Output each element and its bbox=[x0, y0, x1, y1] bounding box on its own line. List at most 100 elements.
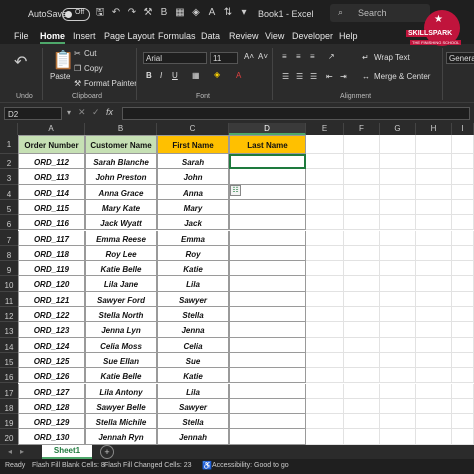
select-all-corner[interactable] bbox=[0, 123, 18, 135]
empty-cell[interactable] bbox=[452, 199, 474, 216]
empty-cell[interactable] bbox=[416, 352, 452, 369]
format-painter-button[interactable]: Format Painter bbox=[84, 79, 137, 88]
empty-cell[interactable] bbox=[452, 337, 474, 353]
customer-name-cell[interactable]: Katie Belle bbox=[85, 261, 157, 277]
menu-file[interactable]: File bbox=[14, 31, 29, 41]
last-name-cell[interactable] bbox=[229, 429, 306, 445]
empty-cell[interactable] bbox=[416, 398, 452, 415]
column-header-h[interactable]: H bbox=[416, 123, 452, 135]
first-name-cell[interactable]: Stella bbox=[157, 414, 229, 430]
column-header-d[interactable]: D bbox=[229, 123, 306, 135]
empty-cell[interactable] bbox=[380, 276, 416, 292]
menu-data[interactable]: Data bbox=[201, 31, 220, 41]
menu-review[interactable]: Review bbox=[229, 31, 259, 41]
last-name-cell[interactable] bbox=[229, 169, 306, 185]
wrap-text-button[interactable]: Wrap Text bbox=[374, 53, 410, 62]
row-header[interactable]: 13 bbox=[0, 322, 18, 338]
row-header[interactable]: 9 bbox=[0, 261, 18, 277]
empty-cell[interactable] bbox=[380, 230, 416, 246]
order-number-cell[interactable]: ORD_112 bbox=[18, 154, 85, 170]
empty-cell[interactable] bbox=[416, 245, 452, 262]
empty-cell[interactable] bbox=[416, 184, 452, 200]
first-name-cell[interactable]: Roy bbox=[157, 245, 229, 262]
shrink-font-icon[interactable]: A˅ bbox=[258, 52, 268, 61]
save-icon[interactable]: 🖫 bbox=[94, 7, 106, 19]
empty-cell[interactable] bbox=[306, 337, 344, 353]
empty-cell[interactable] bbox=[380, 215, 416, 231]
empty-cell[interactable] bbox=[306, 352, 344, 369]
empty-cell[interactable] bbox=[306, 368, 344, 384]
empty-cell[interactable] bbox=[452, 368, 474, 384]
paste-label[interactable]: Paste bbox=[50, 72, 70, 81]
column-header-a[interactable]: A bbox=[18, 123, 85, 135]
increase-indent-icon[interactable]: ⇥ bbox=[340, 72, 347, 81]
undo-icon[interactable]: ↶ bbox=[110, 7, 122, 19]
customer-name-cell[interactable]: Jenna Lyn bbox=[85, 322, 157, 338]
decrease-indent-icon[interactable]: ⇤ bbox=[326, 72, 333, 81]
undo-icon[interactable]: ↶ bbox=[14, 52, 27, 72]
order-number-cell[interactable]: ORD_120 bbox=[18, 276, 85, 292]
cut-icon[interactable]: ✂ bbox=[74, 49, 81, 58]
copy-icon[interactable]: ❐ bbox=[74, 64, 81, 73]
last-name-cell[interactable] bbox=[229, 322, 306, 338]
customer-name-cell[interactable]: Lila Jane bbox=[85, 276, 157, 292]
merge-center-icon[interactable]: ↔ bbox=[362, 72, 370, 81]
row-header[interactable]: 6 bbox=[0, 215, 18, 231]
empty-cell[interactable] bbox=[416, 154, 452, 170]
menu-view[interactable]: View bbox=[265, 31, 284, 41]
customer-name-cell[interactable]: Sue Ellan bbox=[85, 352, 157, 369]
active-cell-d2[interactable] bbox=[229, 154, 306, 170]
order-number-cell[interactable]: ORD_124 bbox=[18, 337, 85, 353]
empty-cell[interactable] bbox=[452, 169, 474, 185]
customer-name-cell[interactable]: Sawyer Ford bbox=[85, 291, 157, 307]
empty-cell[interactable] bbox=[306, 414, 344, 430]
customize-qat-icon[interactable]: ▾ bbox=[238, 7, 250, 19]
last-name-cell[interactable] bbox=[229, 352, 306, 369]
customer-name-cell[interactable]: Stella North bbox=[85, 307, 157, 323]
order-number-cell[interactable]: ORD_116 bbox=[18, 215, 85, 231]
empty-cell[interactable] bbox=[306, 215, 344, 231]
customer-name-cell[interactable]: Stella Michile bbox=[85, 414, 157, 430]
last-name-cell[interactable] bbox=[229, 291, 306, 307]
empty-cell[interactable] bbox=[380, 245, 416, 262]
empty-cell[interactable] bbox=[344, 245, 380, 262]
status-accessibility[interactable]: Accessibility: Good to go bbox=[212, 462, 289, 469]
empty-cell[interactable] bbox=[380, 199, 416, 216]
empty-cell[interactable] bbox=[452, 307, 474, 323]
empty-cell[interactable] bbox=[306, 307, 344, 323]
empty-cell[interactable] bbox=[416, 337, 452, 353]
empty-cell[interactable] bbox=[306, 429, 344, 445]
customer-name-cell[interactable]: Sarah Blanche bbox=[85, 154, 157, 170]
order-number-cell[interactable]: ORD_128 bbox=[18, 398, 85, 415]
empty-cell[interactable] bbox=[452, 322, 474, 338]
align-left-icon[interactable]: ☰ bbox=[282, 72, 289, 81]
empty-cell[interactable] bbox=[416, 429, 452, 445]
scroll-right-icon[interactable]: ▸ bbox=[20, 447, 24, 456]
last-name-cell[interactable] bbox=[229, 261, 306, 277]
customer-name-cell[interactable]: Jennah Ryn bbox=[85, 429, 157, 445]
empty-cell[interactable] bbox=[380, 429, 416, 445]
order-number-cell[interactable]: ORD_126 bbox=[18, 368, 85, 384]
first-name-cell[interactable]: Lila bbox=[157, 383, 229, 399]
empty-cell[interactable] bbox=[344, 154, 380, 170]
column-header-e[interactable]: E bbox=[306, 123, 344, 135]
row-header[interactable]: 5 bbox=[0, 199, 18, 216]
empty-cell[interactable] bbox=[306, 230, 344, 246]
order-number-cell[interactable]: ORD_125 bbox=[18, 352, 85, 369]
last-name-cell[interactable] bbox=[229, 276, 306, 292]
empty-cell[interactable] bbox=[452, 230, 474, 246]
flash-fill-options-icon[interactable]: ☷ bbox=[230, 185, 241, 196]
customer-name-cell[interactable]: Emma Reese bbox=[85, 230, 157, 246]
column-header-i[interactable]: I bbox=[452, 123, 474, 135]
empty-cell[interactable] bbox=[416, 276, 452, 292]
row-header[interactable]: 17 bbox=[0, 383, 18, 399]
cancel-icon[interactable]: ✕ bbox=[78, 107, 86, 118]
row-header[interactable]: 4 bbox=[0, 184, 18, 200]
fill-color-icon[interactable]: ◈ bbox=[214, 70, 220, 79]
font-color-icon[interactable]: A bbox=[236, 71, 241, 80]
order-number-cell[interactable]: ORD_129 bbox=[18, 414, 85, 430]
empty-cell[interactable] bbox=[416, 199, 452, 216]
empty-cell[interactable] bbox=[380, 368, 416, 384]
row-header[interactable]: 3 bbox=[0, 169, 18, 185]
empty-cell[interactable] bbox=[344, 383, 380, 399]
